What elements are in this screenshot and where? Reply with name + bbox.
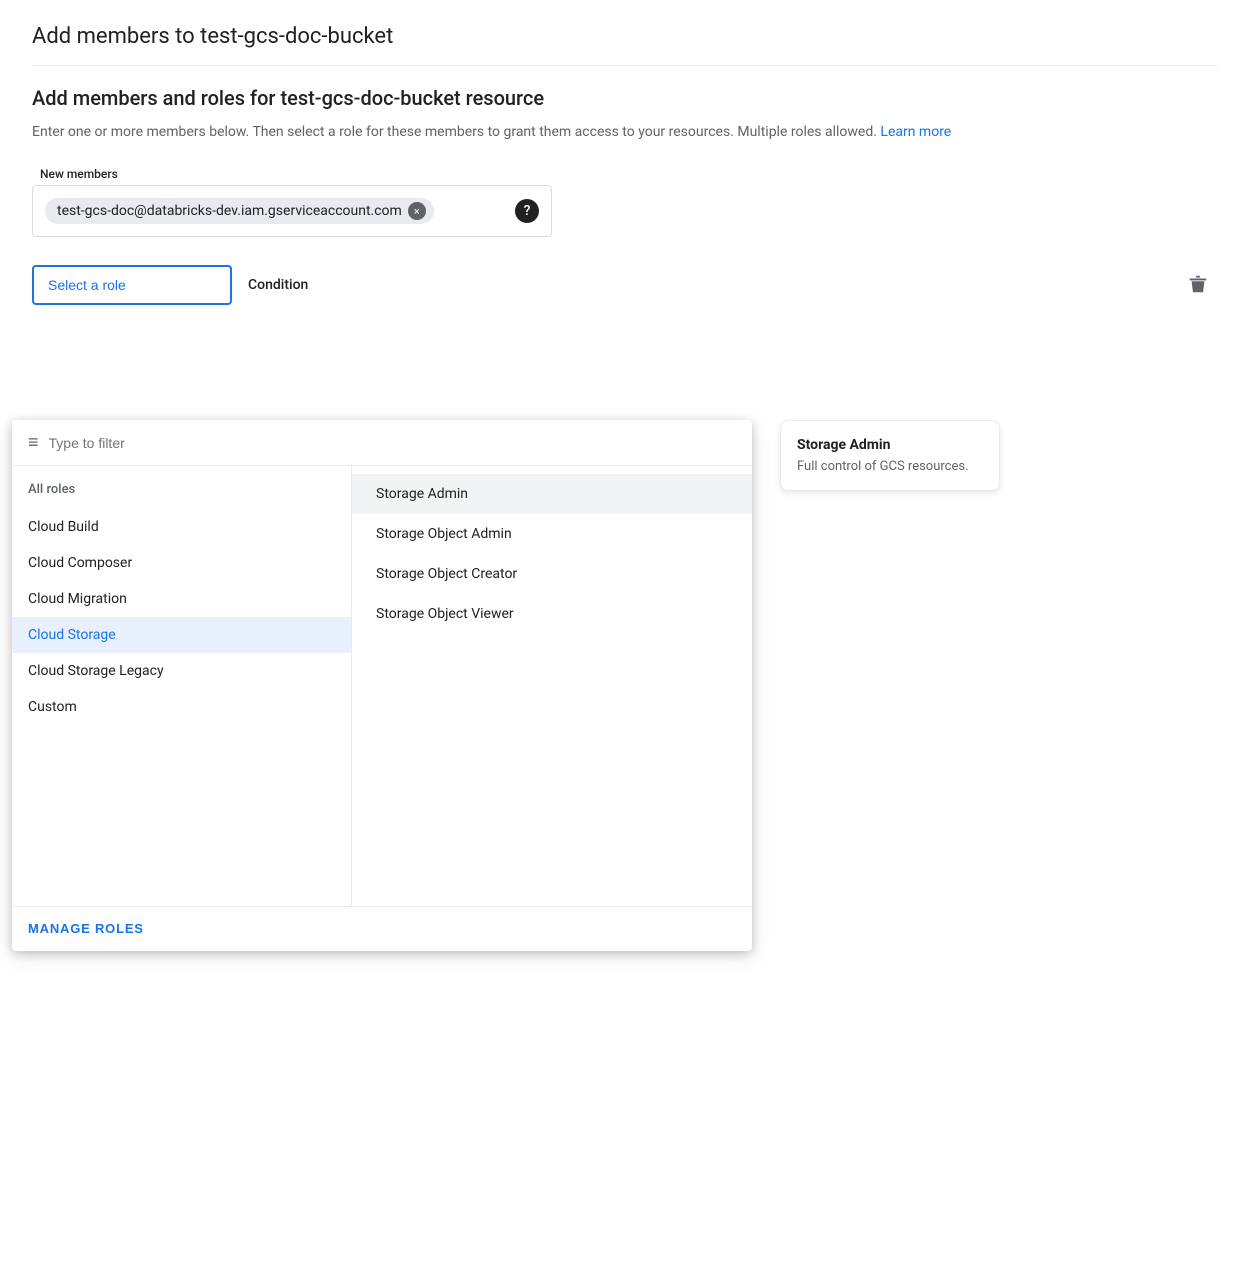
role-option-storage-object-creator[interactable]: Storage Object Creator (352, 554, 752, 594)
member-chip: test-gcs-doc@databricks-dev.iam.gservice… (45, 198, 434, 224)
filter-icon: ≡ (28, 432, 39, 453)
new-members-input-container: test-gcs-doc@databricks-dev.iam.gservice… (32, 185, 552, 237)
manage-roles-button[interactable]: MANAGE ROLES (28, 921, 144, 936)
sidebar-item-cloud-migration[interactable]: Cloud Migration (12, 581, 351, 617)
left-panel: All roles Cloud Build Cloud Composer Clo… (12, 466, 352, 906)
select-role-button[interactable]: Select a role (32, 265, 232, 305)
description-text: Enter one or more members below. Then se… (32, 122, 1217, 143)
sidebar-item-cloud-composer[interactable]: Cloud Composer (12, 545, 351, 581)
close-icon: × (414, 205, 420, 218)
dropdown-footer: MANAGE ROLES (12, 906, 752, 951)
delete-role-button[interactable] (1179, 265, 1217, 307)
filter-input[interactable] (49, 435, 736, 451)
member-chip-value: test-gcs-doc@databricks-dev.iam.gservice… (57, 203, 402, 219)
sidebar-item-custom[interactable]: Custom (12, 689, 351, 725)
page-title: Add members to test-gcs-doc-bucket (32, 24, 1217, 66)
sidebar-item-cloud-storage-legacy[interactable]: Cloud Storage Legacy (12, 653, 351, 689)
condition-label: Condition (248, 265, 308, 293)
section-title: Add members and roles for test-gcs-doc-b… (32, 86, 1217, 110)
all-roles-header: All roles (12, 482, 351, 509)
role-row: Select a role Condition (32, 265, 1217, 307)
chip-close-button[interactable]: × (408, 202, 426, 220)
trash-icon (1187, 273, 1209, 295)
role-tooltip-card: Storage Admin Full control of GCS resour… (780, 420, 1000, 491)
new-members-label: New members (32, 167, 1217, 181)
question-mark-icon: ? (524, 203, 531, 219)
sidebar-item-cloud-build[interactable]: Cloud Build (12, 509, 351, 545)
learn-more-link[interactable]: Learn more (880, 124, 951, 140)
role-option-storage-object-admin[interactable]: Storage Object Admin (352, 514, 752, 554)
role-option-storage-object-viewer[interactable]: Storage Object Viewer (352, 594, 752, 634)
right-panel: Storage Admin Storage Object Admin Stora… (352, 466, 752, 906)
role-dropdown: ≡ All roles Cloud Build Cloud Composer C… (12, 420, 752, 951)
dropdown-body: All roles Cloud Build Cloud Composer Clo… (12, 466, 752, 906)
filter-row: ≡ (12, 420, 752, 466)
tooltip-title: Storage Admin (797, 437, 983, 453)
tooltip-description: Full control of GCS resources. (797, 459, 983, 474)
sidebar-item-cloud-storage[interactable]: Cloud Storage (12, 617, 351, 653)
help-icon-button[interactable]: ? (515, 199, 539, 223)
role-option-storage-admin[interactable]: Storage Admin (352, 474, 752, 514)
